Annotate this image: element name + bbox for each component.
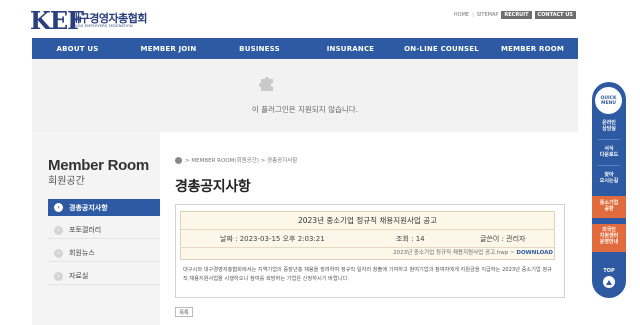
post-meta: 날짜 : 2023-03-15 오후 2:03:21 조회 : 14 글쓴이 :… (180, 230, 555, 248)
quick-item-line: 상담실 (602, 126, 616, 132)
quick-item-line: 운영안내 (599, 239, 619, 245)
sidebar-item-label: 회원뉴스 (69, 249, 95, 257)
quick-menu-header: QUICK MENU (595, 87, 622, 114)
quick-menu (592, 82, 626, 298)
chevron-right-icon: › (54, 225, 63, 235)
post-body: 대구시와 대구경영자총협회에서는 지역기업의 중장년층 채용을 장려하여 정규직… (183, 267, 552, 282)
breadcrumb: > MEMBER ROOM(회원공간) > 경총공지사항 (175, 156, 297, 164)
breadcrumb-text: > MEMBER ROOM(회원공간) > 경총공지사항 (185, 158, 298, 164)
top-label: TOP (603, 268, 615, 274)
quick-sme-recruit[interactable]: 중소기업 공환 (592, 196, 626, 218)
plugin-unsupported-message: 이 플러그인은 지원되지 않습니다. (251, 105, 359, 114)
post-views: 조회 : 14 (396, 235, 425, 243)
quick-item-line: 다운로드 (599, 152, 619, 158)
sidebar-item-archive[interactable]: › 자료실 (48, 268, 160, 285)
utility-links: HOME | SITEMAP RECRUIT CONTACT US (454, 11, 576, 19)
quick-divider (598, 139, 620, 140)
sidebar-subtitle: 회원공간 (48, 176, 85, 187)
nav-member-join[interactable]: MEMBER JOIN (123, 38, 214, 59)
chevron-right-icon: › (54, 203, 63, 212)
sidebar-item-photo-gallery[interactable]: › 포토갤러리 (48, 222, 160, 239)
post-attachment: 2023년 중소기업 정규직 채용지원사업 공고.hwp ~ DOWNLOAD (180, 247, 555, 260)
nav-insurance[interactable]: INSURANCE (305, 38, 396, 59)
nav-online-counsel[interactable]: ON-LINE COUNSEL (396, 38, 487, 59)
sitemap-link[interactable]: SITEMAP (477, 12, 499, 18)
home-icon[interactable] (175, 156, 182, 164)
logo-english: DAEGU EMPLOYERS FEDERATION (70, 24, 133, 28)
post-author: 글쓴이 : 관리자 (480, 235, 526, 243)
list-button[interactable]: 목록 (175, 307, 193, 317)
chevron-right-icon: › (54, 271, 63, 281)
sidebar-item-notice[interactable]: › 경총공지사항 (48, 199, 160, 216)
contact-us-button[interactable]: CONTACT US (534, 11, 576, 19)
quick-directions[interactable]: 찾아 오시는길 (592, 172, 626, 184)
util-separator: | (472, 12, 474, 18)
sidebar-item-label: 경총공지사항 (69, 203, 108, 212)
sidebar-item-label: 자료실 (69, 272, 89, 280)
quick-menu-head-line: MENU (601, 100, 616, 106)
download-link[interactable]: DOWNLOAD (516, 250, 553, 256)
quick-online-counsel[interactable]: 온라인 상담실 (592, 120, 626, 132)
puzzle-icon (259, 77, 273, 91)
quick-item-line: 오시는길 (599, 178, 619, 184)
scroll-top-button[interactable] (603, 276, 615, 288)
arrow-up-icon (606, 279, 612, 285)
quick-foreigner-center[interactable]: 외국인 지원센터 운영안내 (592, 224, 626, 252)
sidebar-item-member-news[interactable]: › 회원뉴스 (48, 245, 160, 262)
chevron-right-icon: › (54, 248, 63, 258)
main-nav: ABOUT US MEMBER JOIN BUSINESS INSURANCE … (32, 38, 578, 59)
post-date: 날짜 : 2023-03-15 오후 2:03:21 (220, 235, 325, 243)
quick-form-download[interactable]: 서식 다운로드 (592, 146, 626, 158)
post-title: 2023년 중소기업 정규직 채용지원사업 공고 (180, 212, 555, 230)
home-link[interactable]: HOME (454, 12, 469, 18)
nav-member-room[interactable]: MEMBER ROOM (487, 38, 578, 59)
quick-divider (598, 165, 620, 166)
page-title: 경총공지사항 (175, 179, 251, 195)
attachment-file-name: 2023년 중소기업 정규직 채용지원사업 공고.hwp ~ (393, 250, 515, 256)
recruit-button[interactable]: RECRUIT (501, 11, 532, 19)
quick-item-line: 공환 (604, 206, 614, 212)
nav-about-us[interactable]: ABOUT US (32, 38, 123, 59)
sidebar-item-label: 포토갤러리 (69, 226, 102, 234)
nav-business[interactable]: BUSINESS (214, 38, 305, 59)
plugin-placeholder (32, 59, 578, 132)
site-header: KEF 대구경영자총협회 DAEGU EMPLOYERS FEDERATION … (0, 0, 640, 38)
